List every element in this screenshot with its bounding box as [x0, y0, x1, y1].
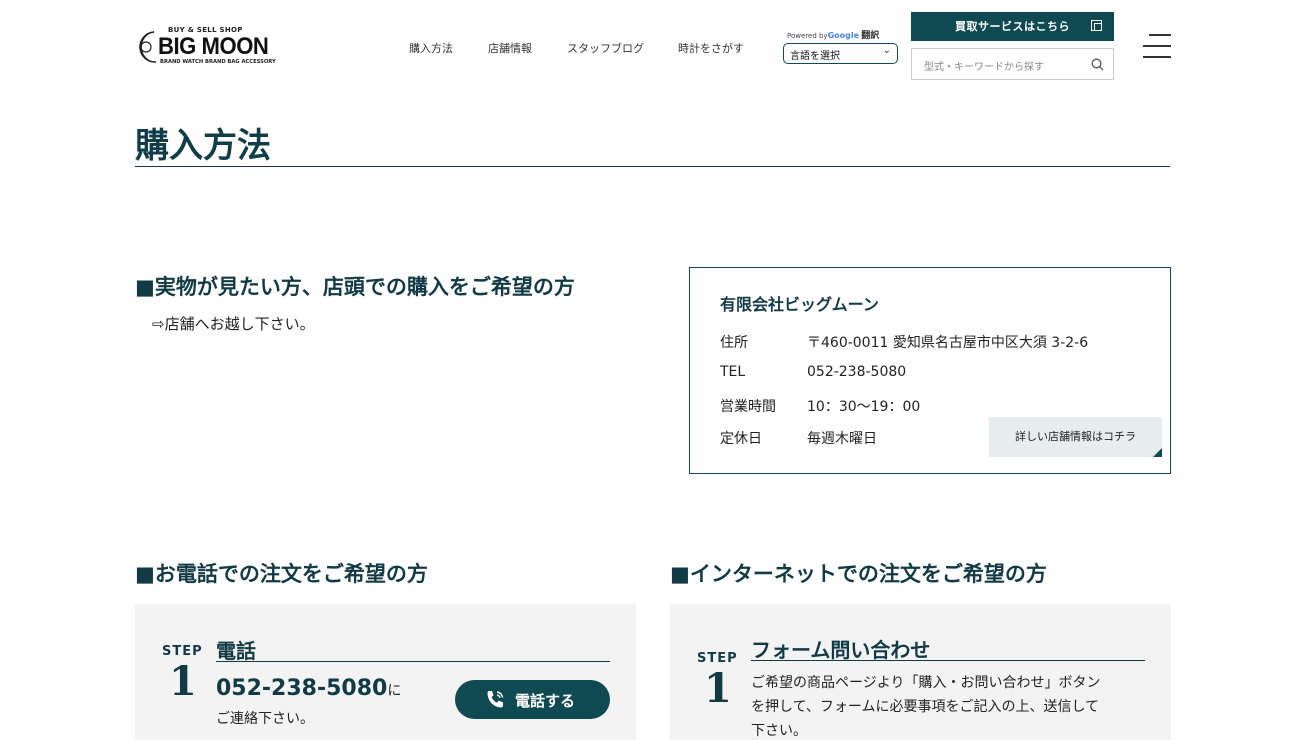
- store-detail-button[interactable]: 詳しい店舗情報はコチラ: [989, 417, 1162, 457]
- external-window-icon: [1091, 20, 1102, 31]
- info-value: 毎週木曜日: [807, 431, 877, 447]
- logo-wordmark: BIG MOON: [158, 33, 269, 60]
- site-logo[interactable]: BUY & SELL SHOP BIG MOON BRAND WATCH BRA…: [134, 26, 276, 68]
- step-title: 電話: [216, 639, 256, 663]
- store-section-heading: ■実物が見たい方、店頭での購入をご希望の方: [135, 275, 575, 299]
- search-icon[interactable]: [1091, 58, 1104, 71]
- info-row-hours: 営業時間 10：30〜19：00: [720, 396, 920, 416]
- step-label: STEP: [697, 651, 738, 666]
- language-select-value: 言語を選択: [790, 51, 840, 62]
- store-info-box: 有限会社ビッグムーン 住所 〒460-0011 愛知県名古屋市中区大須 3-2-…: [689, 267, 1171, 474]
- form-instructions: ご希望の商品ページより「購入・お問い合わせ」ボタン を押して、フォームに必要事項…: [751, 671, 1151, 740]
- google-logo: Google: [827, 31, 860, 40]
- store-visit-note: ⇨店舗へお越し下さい。: [152, 315, 315, 333]
- phone-number-text: 052-238-5080: [216, 676, 388, 701]
- nav-item-watches[interactable]: 時計をさがす: [678, 40, 744, 56]
- nav-item-blog[interactable]: スタッフブログ: [567, 40, 644, 56]
- step-title: フォーム問い合わせ: [751, 638, 931, 662]
- internet-section-heading: ■インターネットでの注文をご希望の方: [670, 562, 1047, 586]
- search-input[interactable]: 型式・キーワードから探す: [911, 48, 1114, 80]
- info-row-address: 住所 〒460-0011 愛知県名古屋市中区大須 3-2-6: [720, 332, 1088, 352]
- info-label: 定休日: [720, 431, 762, 447]
- language-select[interactable]: 言語を選択 ⌄: [783, 43, 898, 64]
- info-value: 052-238-5080: [807, 364, 907, 380]
- logo-subline: BRAND WATCH BRAND BAG ACCESSORY: [160, 59, 276, 65]
- step-label: STEP: [162, 644, 203, 659]
- kaitori-service-label: 買取サービスはこちら: [955, 20, 1070, 33]
- form-instructions-line: を押して、フォームに必要事項をご記入の上、送信して: [751, 699, 1100, 715]
- internet-step-panel: STEP 1 フォーム問い合わせ ご希望の商品ページより「購入・お問い合わせ」ボ…: [670, 604, 1171, 740]
- info-value: 〒460-0011 愛知県名古屋市中区大須 3-2-6: [807, 335, 1089, 351]
- step-title-rule: [216, 661, 610, 662]
- nav-item-purchase[interactable]: 購入方法: [409, 40, 453, 56]
- phone-step-panel: STEP 1 電話 052-238-5080に ご連絡下さい。 電話する: [135, 604, 636, 740]
- step-title-rule: [751, 660, 1145, 661]
- info-label: TEL: [720, 364, 746, 380]
- phone-suffix: に: [387, 683, 402, 699]
- company-name: 有限会社ビッグムーン: [720, 295, 879, 314]
- call-button-label: 電話する: [515, 692, 576, 710]
- step-number: 1: [169, 658, 197, 705]
- kaitori-service-button[interactable]: 買取サービスはこちら: [911, 12, 1114, 41]
- info-row-closed: 定休日 毎週木曜日: [720, 428, 877, 448]
- page-title: 購入方法: [135, 126, 271, 166]
- nav-item-store[interactable]: 店舗情報: [488, 40, 532, 56]
- phone-number: 052-238-5080に: [216, 676, 401, 701]
- chevron-down-icon: ⌄: [882, 45, 891, 56]
- moon-icon: [139, 31, 157, 63]
- info-label: 営業時間: [720, 399, 776, 415]
- info-row-tel: TEL 052-238-5080: [720, 364, 906, 380]
- phone-section-heading: ■お電話での注文をご希望の方: [135, 562, 428, 586]
- powered-by-text: Powered by: [787, 32, 828, 40]
- form-instructions-line: ご希望の商品ページより「購入・お問い合わせ」ボタン: [751, 675, 1101, 691]
- info-label: 住所: [720, 335, 748, 351]
- form-instructions-line: 下さい。: [751, 723, 807, 739]
- title-divider: [135, 166, 1170, 167]
- step-number: 1: [704, 665, 732, 712]
- phone-icon: [487, 691, 504, 708]
- google-translate-credit: Powered byGoogle 翻訳: [787, 28, 879, 41]
- call-button[interactable]: 電話する: [455, 680, 610, 719]
- hamburger-menu-icon[interactable]: [1143, 34, 1171, 58]
- search-placeholder: 型式・キーワードから探す: [924, 62, 1044, 73]
- translate-label: 翻訳: [861, 31, 880, 41]
- phone-contact-note: ご連絡下さい。: [216, 711, 314, 727]
- info-value: 10：30〜19：00: [807, 399, 921, 415]
